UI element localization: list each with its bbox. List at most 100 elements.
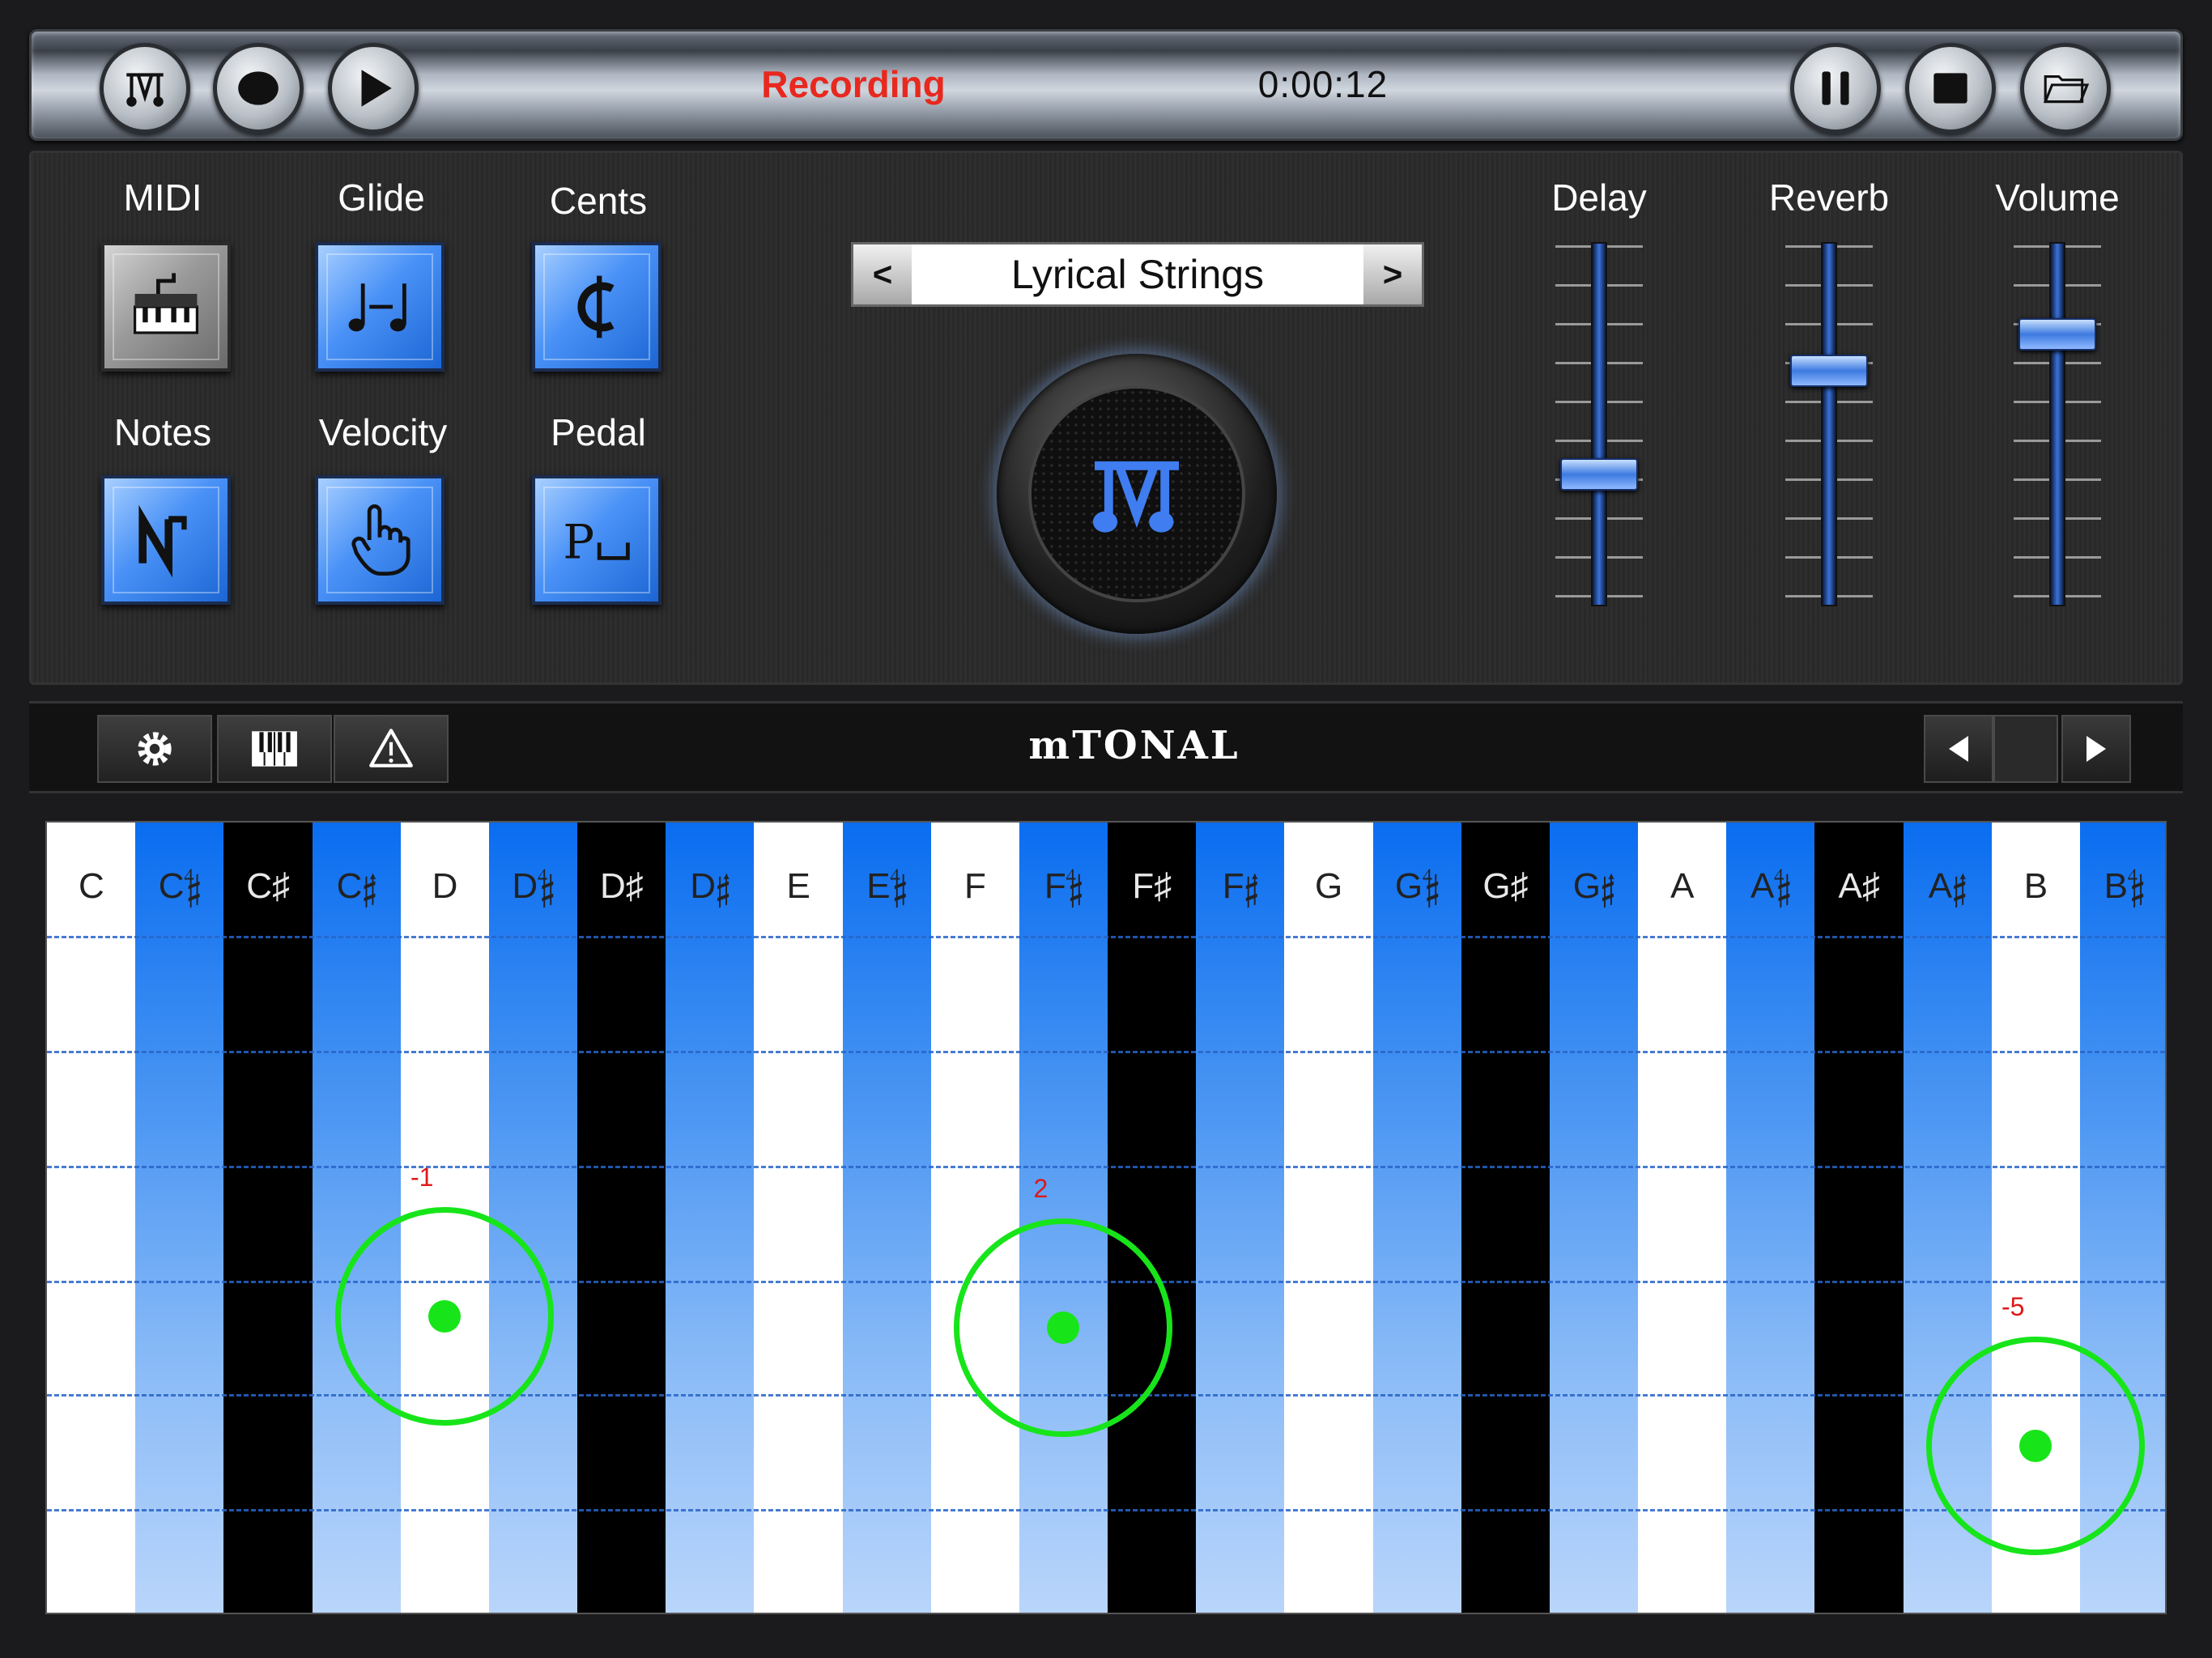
preset-selector: < Lyrical Strings > bbox=[851, 242, 1424, 307]
hand-pointer-icon bbox=[351, 504, 410, 576]
key-16[interactable]: G♯ bbox=[1461, 823, 1551, 1613]
warning-icon bbox=[369, 729, 413, 767]
midi-button[interactable] bbox=[101, 242, 231, 372]
key-0[interactable]: C bbox=[47, 823, 136, 1613]
pitch-gridline bbox=[47, 1051, 2165, 1053]
volume-label: Volume bbox=[1995, 176, 2120, 219]
key-5[interactable]: D𝄲 bbox=[488, 823, 578, 1613]
key-label: C bbox=[78, 866, 104, 906]
cents-button[interactable] bbox=[532, 242, 661, 372]
next-octave-button[interactable] bbox=[2061, 715, 2131, 783]
glide-notes-icon bbox=[348, 283, 406, 332]
preset-next-button[interactable]: > bbox=[1363, 244, 1422, 304]
speaker-logo bbox=[997, 354, 1277, 634]
key-7[interactable]: D𝄰 bbox=[666, 823, 755, 1613]
key-label: D♯ bbox=[599, 866, 644, 906]
velocity-label: Velocity bbox=[318, 411, 448, 453]
key-label: A𝄰 bbox=[1928, 866, 1967, 906]
delay-slider[interactable] bbox=[1551, 242, 1648, 606]
panic-button[interactable] bbox=[334, 715, 449, 783]
record-icon bbox=[238, 71, 279, 105]
key-label: F𝄲 bbox=[1044, 866, 1083, 906]
key-11[interactable]: F𝄲 bbox=[1019, 823, 1108, 1613]
key-label: A𝄲 bbox=[1750, 866, 1792, 906]
folder-icon bbox=[2043, 74, 2090, 104]
key-label: E bbox=[786, 866, 810, 906]
settings-button[interactable] bbox=[97, 715, 212, 783]
microtonal-keyboard[interactable]: C C𝄲 C♯ C𝄰 D D𝄲 D♯ D𝄰 E E𝄲 F F𝄲 F♯ F𝄰 G G𝄲 G♯ G𝄰 A A𝄲 A♯ A𝄰 B B… bbox=[45, 821, 2167, 1614]
key-18[interactable]: A bbox=[1638, 823, 1727, 1613]
gear-icon bbox=[138, 732, 172, 766]
key-label: A bbox=[1670, 866, 1695, 906]
key-20[interactable]: A♯ bbox=[1814, 823, 1904, 1613]
reverb-slider-track bbox=[1821, 242, 1837, 606]
reverb-slider[interactable] bbox=[1780, 242, 1878, 606]
key-label: C𝄲 bbox=[158, 866, 202, 906]
key-label: B𝄲 bbox=[2104, 866, 2145, 906]
delay-label: Delay bbox=[1551, 176, 1647, 219]
record-button[interactable] bbox=[213, 43, 304, 134]
pedal-icon: P bbox=[563, 515, 630, 569]
octave-indicator bbox=[1993, 715, 2058, 783]
key-label: G𝄲 bbox=[1394, 866, 1440, 906]
touch-marker bbox=[1926, 1337, 2146, 1555]
key-3[interactable]: C𝄰 bbox=[312, 823, 402, 1613]
reverb-label: Reverb bbox=[1768, 176, 1890, 219]
key-label: B bbox=[2023, 866, 2048, 906]
keyboard-layout-button[interactable] bbox=[217, 715, 332, 783]
pedal-button[interactable]: P bbox=[532, 475, 661, 605]
pitch-gridline bbox=[47, 1509, 2165, 1511]
key-6[interactable]: D♯ bbox=[577, 823, 666, 1613]
notes-label: Notes bbox=[113, 411, 212, 453]
key-10[interactable]: F bbox=[930, 823, 1020, 1613]
recording-status: Recording bbox=[761, 63, 946, 105]
key-label: G𝄰 bbox=[1572, 866, 1615, 906]
play-button[interactable] bbox=[328, 43, 419, 134]
stop-button[interactable] bbox=[1905, 43, 1996, 134]
touch-point bbox=[428, 1300, 462, 1333]
velocity-button[interactable] bbox=[315, 475, 445, 605]
key-label: D bbox=[432, 866, 458, 906]
volume-slider-thumb[interactable] bbox=[2018, 318, 2096, 351]
key-17[interactable]: G𝄰 bbox=[1549, 823, 1639, 1613]
key-13[interactable]: F𝄰 bbox=[1196, 823, 1285, 1613]
key-19[interactable]: A𝄲 bbox=[1726, 823, 1815, 1613]
key-label: A♯ bbox=[1838, 866, 1880, 906]
key-9[interactable]: E𝄲 bbox=[842, 823, 932, 1613]
key-1[interactable]: C𝄲 bbox=[135, 823, 224, 1613]
logo-icon bbox=[126, 73, 164, 107]
midi-label: MIDI bbox=[123, 176, 202, 219]
touch-marker bbox=[335, 1207, 555, 1426]
key-15[interactable]: G𝄲 bbox=[1372, 823, 1462, 1613]
key-label: C𝄰 bbox=[336, 866, 377, 906]
key-14[interactable]: G bbox=[1284, 823, 1373, 1613]
pause-button[interactable] bbox=[1790, 43, 1881, 134]
app-title: mTONAL bbox=[1028, 723, 1240, 768]
key-label: G♯ bbox=[1482, 866, 1529, 906]
key-label: D𝄲 bbox=[512, 866, 555, 906]
reverb-slider-thumb[interactable] bbox=[1790, 355, 1868, 387]
key-label: C♯ bbox=[246, 866, 291, 906]
prev-arrow-icon bbox=[1949, 736, 1968, 762]
preset-prev-button[interactable]: < bbox=[853, 244, 912, 304]
stop-icon bbox=[1933, 73, 1967, 104]
notes-button[interactable] bbox=[101, 475, 231, 605]
touch-point bbox=[1047, 1312, 1080, 1344]
key-2[interactable]: C♯ bbox=[223, 823, 313, 1613]
key-12[interactable]: F♯ bbox=[1108, 823, 1197, 1613]
keyboard-toolbar: mTONAL bbox=[29, 701, 2183, 793]
preset-name[interactable]: Lyrical Strings bbox=[912, 244, 1363, 304]
prev-octave-button[interactable] bbox=[1924, 715, 1993, 783]
svg-text:P: P bbox=[563, 515, 594, 569]
cents-label: Cents bbox=[549, 180, 648, 222]
glide-button[interactable] bbox=[315, 242, 445, 372]
open-folder-button[interactable] bbox=[2020, 43, 2111, 134]
touch-point bbox=[2019, 1430, 2052, 1462]
volume-slider[interactable] bbox=[2009, 242, 2106, 606]
delay-slider-thumb[interactable] bbox=[1560, 458, 1638, 491]
key-label: F♯ bbox=[1132, 866, 1172, 906]
pedal-label: Pedal bbox=[551, 411, 646, 453]
play-icon bbox=[361, 70, 392, 107]
key-8[interactable]: E bbox=[754, 823, 843, 1613]
logo-button[interactable] bbox=[100, 43, 190, 134]
